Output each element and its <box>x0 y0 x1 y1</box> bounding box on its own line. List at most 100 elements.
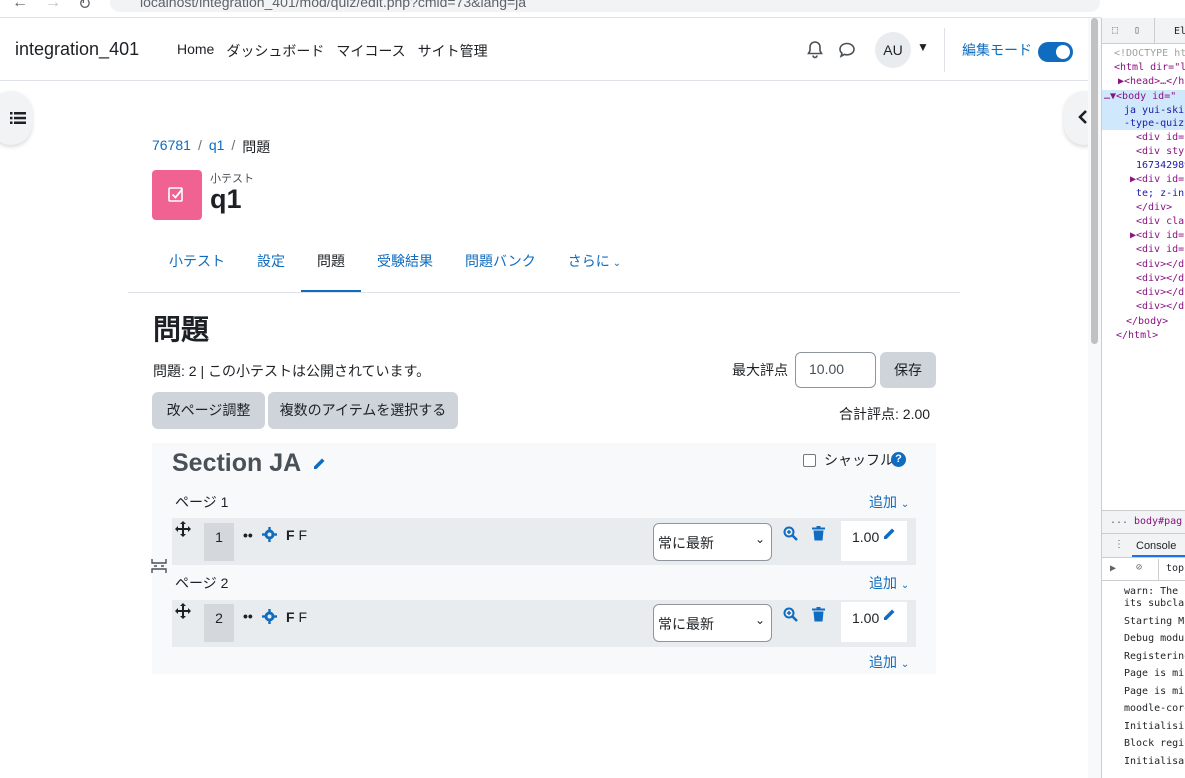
user-menu-chevron-down-icon[interactable]: ▼ <box>917 40 929 54</box>
tab-results[interactable]: 受験結果 <box>361 241 449 293</box>
context-select[interactable]: top <box>1166 563 1184 574</box>
nav-site-admin[interactable]: サイト管理 <box>418 41 488 61</box>
version-select-value: 常に最新 <box>658 616 714 632</box>
dom-node[interactable]: <html dir="l <box>1114 62 1185 73</box>
help-icon[interactable]: ? <box>891 452 906 467</box>
delete-trash-icon[interactable] <box>812 607 825 622</box>
question-name-bold: F <box>286 527 295 543</box>
tab-console[interactable]: Console <box>1136 540 1176 552</box>
add-menu[interactable]: 追加 ⌄ <box>869 652 909 672</box>
gear-icon[interactable] <box>262 527 277 542</box>
preview-zoom-icon[interactable] <box>783 607 798 622</box>
tab-more-label: さらに <box>567 253 610 269</box>
version-select[interactable]: 常に最新 ⌄ <box>653 523 772 561</box>
back-icon[interactable]: ← <box>12 0 28 12</box>
add-menu[interactable]: 追加 ⌄ <box>869 492 909 512</box>
select-multiple-button[interactable]: 複数のアイテムを選択する <box>268 392 458 429</box>
tab-question-bank[interactable]: 問題バンク <box>449 241 552 293</box>
dom-path[interactable]: body#pag <box>1134 516 1182 527</box>
preview-zoom-icon[interactable] <box>783 526 798 541</box>
max-mark-field[interactable]: 1.00 <box>841 602 907 642</box>
tab-quiz[interactable]: 小テスト <box>153 241 241 293</box>
dom-node[interactable]: 167342989 <box>1136 160 1185 171</box>
repaginate-button[interactable]: 改ページ調整 <box>152 392 265 429</box>
console-message: moodle-core <box>1124 703 1185 714</box>
max-mark-field[interactable]: 1.00 <box>841 521 907 561</box>
dom-node[interactable]: </div> <box>1136 202 1172 213</box>
dom-node[interactable]: <div></di <box>1136 301 1185 312</box>
console-toolbar: ▶ ⊘ top <box>1102 559 1185 581</box>
site-brand[interactable]: integration_401 <box>15 39 139 60</box>
dom-node[interactable]: <div id= <box>1136 244 1184 255</box>
breadcrumb-current: 問題 <box>242 139 271 155</box>
edit-pencil-icon[interactable] <box>312 456 327 471</box>
add-label: 追加 <box>869 575 897 591</box>
edit-mark-pencil-icon[interactable] <box>882 526 897 541</box>
dom-node[interactable]: ja yui-ski <box>1124 105 1184 116</box>
dom-node[interactable]: <div cla <box>1136 216 1184 227</box>
sidebar-toggle-icon[interactable]: ▶ <box>1110 563 1116 574</box>
chevron-down-icon: ⌄ <box>754 532 765 546</box>
question-name[interactable]: F F <box>286 527 307 543</box>
save-button[interactable]: 保存 <box>880 352 936 388</box>
gear-icon[interactable] <box>262 609 277 624</box>
nav-my-courses[interactable]: マイコース <box>336 41 405 61</box>
question-name[interactable]: F F <box>286 609 307 625</box>
max-grade-input[interactable]: 10.00 <box>795 352 876 388</box>
page-scrollbar-thumb[interactable] <box>1091 18 1098 344</box>
dom-node[interactable]: </body> <box>1126 316 1168 327</box>
edit-mark-pencil-icon[interactable] <box>882 607 897 622</box>
messages-icon[interactable] <box>837 40 857 60</box>
clear-console-icon[interactable]: ⊘ <box>1136 562 1142 573</box>
drawer-menu-icon[interactable]: ⋮ <box>1114 539 1124 550</box>
chevron-down-icon: ⌄ <box>900 580 910 591</box>
chevron-left-icon <box>1078 110 1087 124</box>
dom-node[interactable]: <div id= <box>1136 132 1184 143</box>
edit-mode-toggle[interactable] <box>1038 42 1073 62</box>
delete-trash-icon[interactable] <box>812 526 825 541</box>
dom-node[interactable]: ▶<div id= <box>1130 174 1184 185</box>
dom-node[interactable]: ▶<div id= <box>1130 230 1184 241</box>
question-type-icon: •• <box>243 527 253 543</box>
course-index-drawer-button[interactable] <box>0 91 32 145</box>
notification-bell-icon[interactable] <box>805 40 825 60</box>
chevron-down-icon: ⌄ <box>900 499 910 510</box>
dom-node[interactable]: <div></di <box>1136 259 1185 270</box>
device-toolbar-icon[interactable]: ▯ <box>1134 25 1140 36</box>
list-icon <box>10 112 26 124</box>
add-menu[interactable]: 追加 ⌄ <box>869 573 909 593</box>
dom-node[interactable]: <div></di <box>1136 273 1185 284</box>
shuffle-checkbox[interactable] <box>803 454 816 467</box>
tab-questions[interactable]: 問題 <box>301 241 361 293</box>
dom-node[interactable]: <div sty <box>1136 146 1184 157</box>
toolbar-divider <box>1154 18 1155 44</box>
navbar: integration_401 Home ダッシュボード マイコース サイト管理… <box>0 18 1101 81</box>
tab-elements[interactable]: Ele <box>1174 26 1185 37</box>
move-icon[interactable] <box>175 521 191 537</box>
tab-settings[interactable]: 設定 <box>241 241 301 293</box>
nav-dashboard[interactable]: ダッシュボード <box>226 41 324 61</box>
breadcrumb-course[interactable]: 76781 <box>152 137 191 157</box>
reload-icon[interactable]: ↻ <box>78 0 91 14</box>
shuffle-label: シャッフル <box>824 452 894 468</box>
inspect-icon[interactable]: ⬚ <box>1112 25 1118 36</box>
dom-node[interactable]: …▼<body id=" <box>1104 91 1176 102</box>
page-break-icon[interactable] <box>151 558 167 574</box>
section-heading: 問題 <box>153 314 210 345</box>
breadcrumb-quiz[interactable]: q1 <box>209 137 225 157</box>
dom-node[interactable]: </html> <box>1116 330 1158 341</box>
dom-node[interactable]: <!DOCTYPE ht <box>1114 48 1185 59</box>
dom-node[interactable]: ▶<head>…</h <box>1118 76 1184 87</box>
version-select[interactable]: 常に最新 ⌄ <box>653 604 772 642</box>
url-field[interactable]: localhost/integration_401/mod/quiz/edit.… <box>110 0 1100 12</box>
section-title-text: Section JA <box>172 449 302 477</box>
forward-icon[interactable]: → <box>45 0 61 12</box>
devtools-toolbar: ⬚ ▯ Ele <box>1102 18 1185 44</box>
dom-node[interactable]: te; z-inc <box>1136 188 1185 199</box>
dom-node[interactable]: -type-quiz <box>1124 118 1184 129</box>
nav-home[interactable]: Home <box>177 41 214 61</box>
move-icon[interactable] <box>175 603 191 619</box>
user-avatar[interactable]: AU <box>875 32 911 68</box>
dom-node[interactable]: <div></di <box>1136 287 1185 298</box>
tab-more[interactable]: さらに ⌄ <box>552 241 637 293</box>
